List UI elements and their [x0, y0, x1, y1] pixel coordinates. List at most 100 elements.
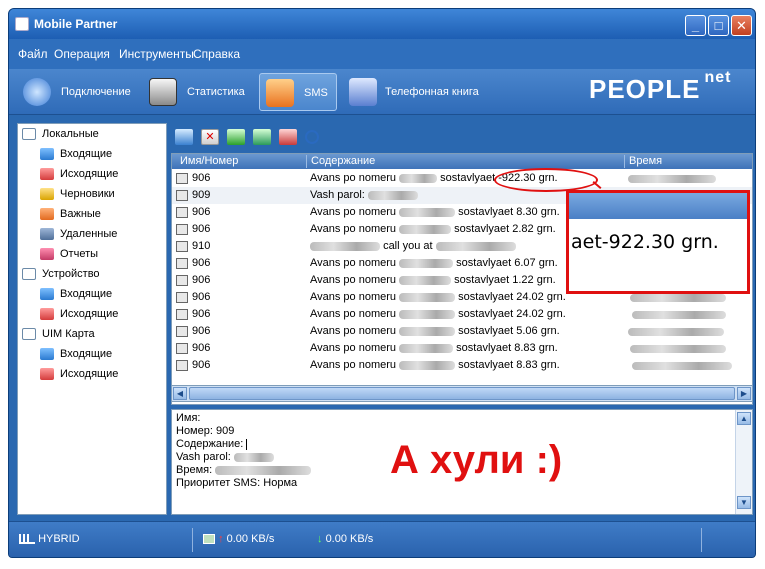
table-row[interactable]: 906 Avans po nomeru sostavlyaet 8.83 grn.: [172, 357, 752, 374]
inbox-icon: [40, 148, 54, 161]
menu-file[interactable]: Файл: [18, 47, 48, 61]
row-content: call you at: [310, 240, 516, 252]
scroll-down-icon[interactable]: ▼: [737, 496, 751, 509]
row-content-start: Vash parol:: [310, 189, 365, 201]
row-number: 910: [192, 240, 211, 252]
trash-icon: [40, 228, 54, 241]
nav-phonebook-button[interactable]: Телефонная книга: [343, 73, 493, 111]
redacted: [399, 292, 456, 302]
row-content-start: Avans po nomeru: [310, 257, 397, 269]
tree-device-outbox-label: Исходящие: [60, 308, 119, 320]
detail-number: Номер: 909: [176, 425, 235, 437]
table-row[interactable]: 906 Avans po nomeru sostavlyaet 24.02 grn…: [172, 306, 752, 323]
tree-important-label: Важные: [60, 208, 101, 220]
menu-bar: Файл Операция Инструменты Справка: [9, 39, 755, 69]
tree-deleted[interactable]: Удаленные: [40, 228, 117, 246]
nav-phonebook-label: Телефонная книга: [385, 86, 479, 98]
row-content-end: sostavlyaet 8.30 grn.: [458, 206, 560, 218]
scroll-thumb[interactable]: [189, 387, 735, 400]
detail-body: Vash parol:: [176, 451, 231, 463]
tree-device[interactable]: Устройство: [22, 268, 100, 286]
nav-connect-label: Подключение: [61, 86, 131, 98]
reply-icon[interactable]: [227, 129, 245, 145]
redacted: [399, 173, 438, 183]
menu-help[interactable]: Справка: [193, 47, 240, 61]
row-content-start: Avans po nomeru: [310, 172, 397, 184]
redacted: [399, 309, 456, 319]
sms-message-icon: [176, 275, 188, 286]
new-message-icon[interactable]: [175, 129, 193, 145]
column-name[interactable]: Имя/Номер: [176, 155, 238, 168]
tree-device-outbox[interactable]: Исходящие: [40, 308, 118, 326]
detail-content: Содержание:: [176, 438, 244, 450]
nav-statistics-button[interactable]: Статистика: [143, 73, 253, 111]
scroll-left-icon[interactable]: ◀: [173, 387, 187, 400]
delete-icon[interactable]: ✕: [201, 129, 219, 145]
row-content-end: sostavlyaet 24.02 grn.: [458, 291, 566, 303]
maximize-button[interactable]: □: [708, 15, 729, 36]
row-number: 906: [192, 291, 211, 303]
minimize-button[interactable]: _: [685, 15, 706, 36]
tree-local[interactable]: Локальные: [22, 128, 99, 146]
vertical-scrollbar[interactable]: ▲ ▼: [735, 410, 752, 514]
redacted-time: [630, 345, 726, 353]
status-separator: [701, 528, 702, 552]
detail-time-line: Время:: [176, 464, 312, 476]
menu-tools[interactable]: Инструменты: [119, 47, 194, 61]
brand-sup: net: [704, 69, 732, 87]
tree-drafts[interactable]: Черновики: [40, 188, 115, 206]
redacted-time: [628, 175, 716, 183]
upload-speed: 0.00 KB/s: [226, 533, 275, 545]
tree-local-outbox-label: Исходящие: [60, 168, 119, 180]
tree-device-label: Устройство: [42, 268, 100, 280]
row-content-start: Avans po nomeru: [310, 308, 397, 320]
signal-icon: [19, 534, 35, 545]
row-content-end: sostavlyaet 2.82 grn.: [454, 223, 556, 235]
row-number: 906: [192, 359, 211, 371]
tree-local-outbox[interactable]: Исходящие: [40, 168, 118, 186]
reports-icon: [40, 248, 54, 261]
menu-operation[interactable]: Операция: [54, 47, 110, 61]
detail-time: Время:: [176, 464, 213, 476]
table-row[interactable]: 906 Avans po nomeru sostavlyaet 8.83 grn.: [172, 340, 752, 357]
scroll-up-icon[interactable]: ▲: [737, 412, 751, 425]
inbox-icon: [40, 348, 54, 361]
tree-uim[interactable]: UIM Карта: [22, 328, 95, 346]
row-content: Avans po nomeru sostavlyaet 8.83 grn.: [310, 342, 558, 354]
row-number: 906: [192, 342, 211, 354]
sms-message-icon: [176, 343, 188, 354]
nav-statistics-label: Статистика: [187, 86, 245, 98]
tree-local-inbox[interactable]: Входящие: [40, 148, 112, 166]
download-speed: 0.00 KB/s: [325, 533, 374, 545]
row-content: Avans po nomeru sostavlyaet 6.07 grn.: [310, 257, 558, 269]
column-content[interactable]: Содержание: [306, 155, 375, 168]
connect-icon: [23, 78, 51, 106]
search-icon[interactable]: [305, 130, 319, 144]
tree-uim-inbox[interactable]: Входящие: [40, 348, 112, 366]
row-number: 906: [192, 223, 211, 235]
column-time[interactable]: Время: [624, 155, 662, 168]
row-number: 906: [192, 325, 211, 337]
table-row[interactable]: 906 Avans po nomeru sostavlyaet -922.30 g…: [172, 170, 752, 187]
detail-body-line: Vash parol:: [176, 451, 274, 463]
redacted: [233, 452, 274, 462]
horizontal-scrollbar[interactable]: ◀ ▶: [171, 385, 753, 402]
detail-name: Имя:: [176, 412, 201, 424]
table-row[interactable]: 906 Avans po nomeru sostavlyaet 5.06 grn.: [172, 323, 752, 340]
close-button[interactable]: ✕: [731, 15, 752, 36]
row-content: Avans po nomeru sostavlyaet 24.02 grn.: [310, 308, 566, 320]
resend-icon[interactable]: [279, 129, 297, 145]
nav-sms-button[interactable]: SMS: [259, 73, 337, 111]
nav-connect-button[interactable]: Подключение: [17, 73, 137, 111]
row-content-start: Avans po nomeru: [310, 274, 397, 286]
zoom-callout: aet-922.30 grn.: [566, 190, 750, 294]
tree-uim-inbox-label: Входящие: [60, 348, 113, 360]
scroll-right-icon[interactable]: ▶: [737, 387, 751, 400]
forward-icon[interactable]: [253, 129, 271, 145]
tree-uim-outbox[interactable]: Исходящие: [40, 368, 118, 386]
row-content-start: Avans po nomeru: [310, 223, 397, 235]
tree-important[interactable]: Важные: [40, 208, 101, 226]
tree-reports[interactable]: Отчеты: [40, 248, 98, 266]
tree-device-inbox[interactable]: Входящие: [40, 288, 112, 306]
row-number: 906: [192, 308, 211, 320]
